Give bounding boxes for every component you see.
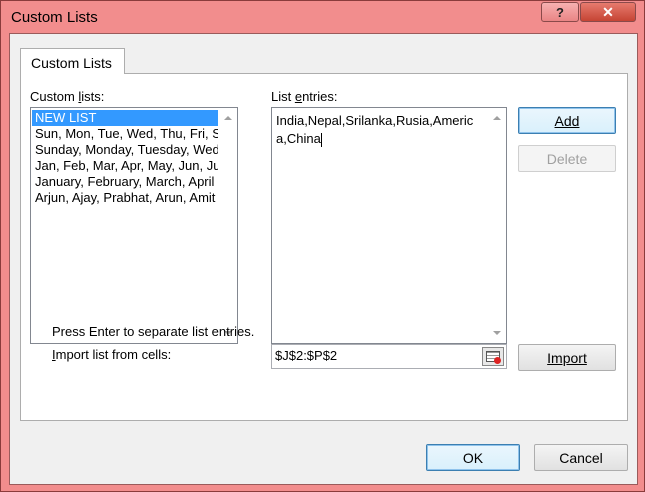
- list-entries-textarea[interactable]: India,Nepal,Srilanka,Rusia,America,China: [271, 107, 507, 344]
- import-from-label: Import list from cells:: [52, 347, 172, 362]
- list-item[interactable]: Arjun, Ajay, Prabhat, Arun, Amit: [32, 190, 218, 206]
- list-item[interactable]: Sun, Mon, Tue, Wed, Thu, Fri, Sat: [32, 126, 218, 142]
- import-range-input[interactable]: [275, 348, 475, 363]
- list-item[interactable]: January, February, March, April: [32, 174, 218, 190]
- dialog-title: Custom Lists: [11, 9, 98, 26]
- dialog-body: Custom Lists Custom lists: NEW LIST Sun,…: [9, 33, 638, 485]
- list-item[interactable]: Jan, Feb, Mar, Apr, May, Jun, Jul: [32, 158, 218, 174]
- title-bar[interactable]: Custom Lists ? ✕: [1, 1, 644, 33]
- custom-lists-label: Custom lists:: [30, 89, 105, 104]
- scroll-up-icon[interactable]: [493, 116, 501, 120]
- separator-hint: Press Enter to separate list entries.: [52, 324, 255, 339]
- close-icon: ✕: [602, 3, 614, 20]
- import-range-field[interactable]: [271, 344, 507, 369]
- text-caret: [320, 132, 322, 147]
- list-item[interactable]: NEW LIST: [32, 110, 218, 126]
- custom-lists-scrollbar[interactable]: [220, 108, 237, 343]
- ok-button[interactable]: OK: [426, 444, 520, 471]
- import-button[interactable]: Import: [518, 344, 616, 371]
- collapse-dialog-button[interactable]: [482, 347, 504, 366]
- range-marker-icon: [494, 357, 501, 364]
- list-item[interactable]: Sunday, Monday, Tuesday, Wednesday: [32, 142, 218, 158]
- cancel-button[interactable]: Cancel: [534, 444, 628, 471]
- add-button[interactable]: Add: [518, 107, 616, 134]
- scroll-up-icon[interactable]: [224, 116, 232, 120]
- help-icon: ?: [556, 4, 564, 20]
- help-button[interactable]: ?: [541, 2, 579, 22]
- close-button[interactable]: ✕: [580, 2, 636, 22]
- custom-lists-listbox[interactable]: NEW LIST Sun, Mon, Tue, Wed, Thu, Fri, S…: [30, 107, 238, 344]
- scroll-down-icon[interactable]: [493, 331, 501, 335]
- list-entries-scrollbar[interactable]: [489, 108, 506, 343]
- custom-lists-dialog: Custom Lists ? ✕ Custom Lists Custom lis…: [0, 0, 645, 492]
- delete-button[interactable]: Delete: [518, 145, 616, 172]
- list-entries-text: India,Nepal,Srilanka,Rusia,America,China: [276, 113, 474, 146]
- list-entries-label: List entries:: [271, 89, 338, 104]
- tab-custom-lists[interactable]: Custom Lists: [20, 48, 125, 74]
